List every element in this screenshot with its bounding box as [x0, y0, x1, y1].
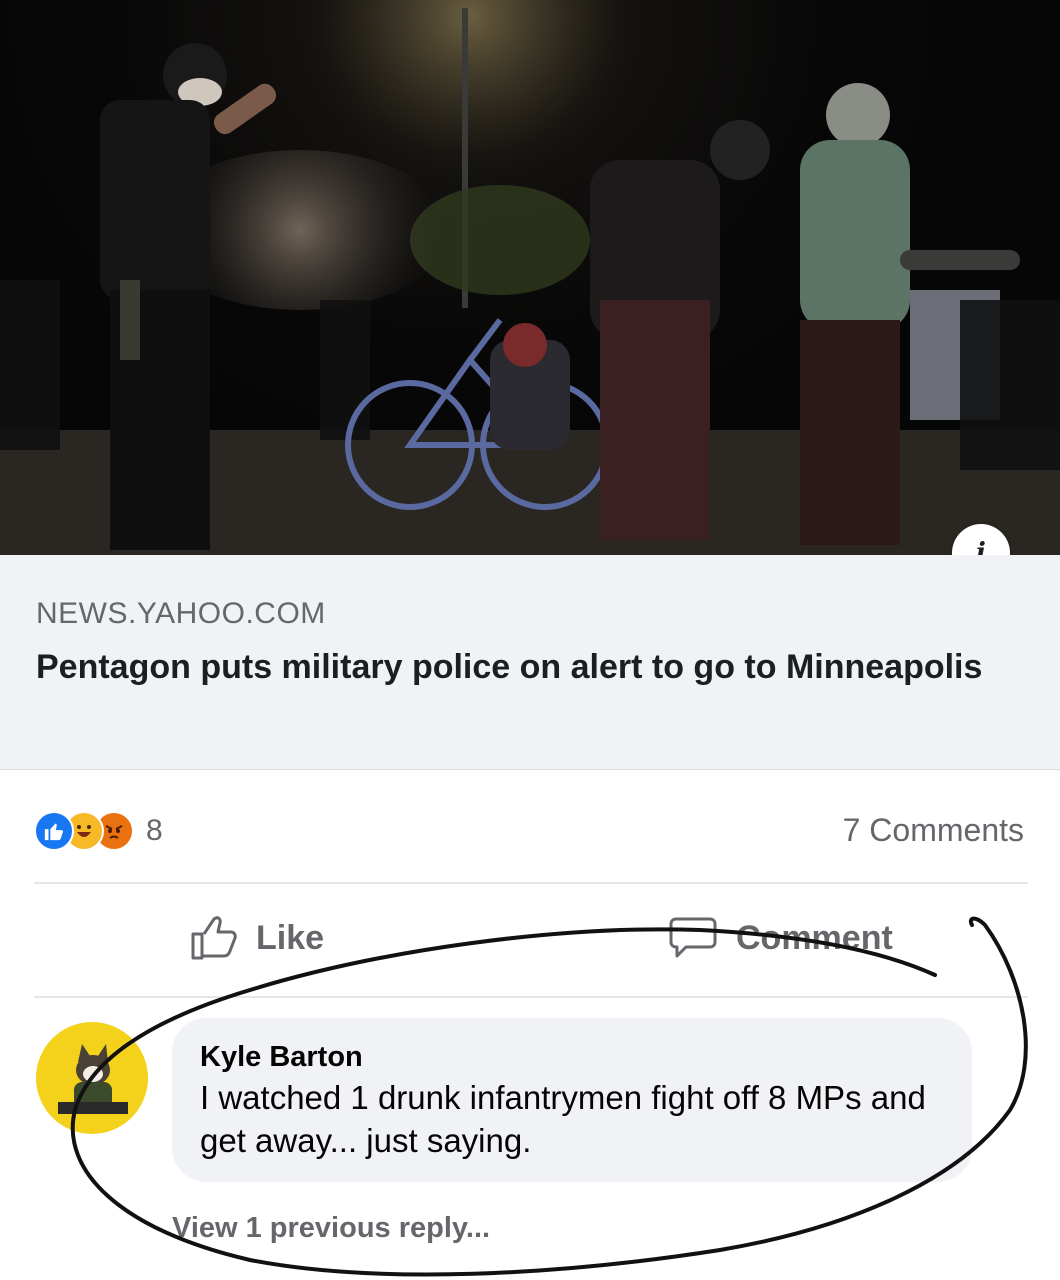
link-preview-photo[interactable]: i: [0, 0, 1060, 555]
link-preview-card[interactable]: NEWS.YAHOO.COM Pentagon puts military po…: [0, 555, 1060, 770]
link-domain: NEWS.YAHOO.COM: [36, 597, 326, 630]
divider: [34, 882, 1028, 884]
link-headline[interactable]: Pentagon puts military police on alert t…: [36, 645, 996, 689]
cat-avatar-icon: [58, 1044, 128, 1114]
comment-label: Comment: [736, 918, 893, 957]
post-actions: Like Comment: [0, 890, 1060, 990]
divider: [34, 996, 1028, 998]
avatar[interactable]: VO CHAN NA: [36, 1022, 148, 1134]
like-label: Like: [256, 918, 325, 957]
view-previous-reply-link[interactable]: View 1 previous reply...: [172, 1212, 490, 1245]
comment-bubble-icon: [669, 917, 717, 958]
comments-count-link[interactable]: 7 Comments: [843, 812, 1024, 849]
like-reaction-icon: [34, 811, 74, 851]
reaction-count: 8: [146, 814, 163, 847]
comment-text: I watched 1 drunk infantrymen fight off …: [200, 1079, 926, 1159]
protest-night-photo: [0, 0, 1060, 555]
comment-bubble[interactable]: Kyle Barton I watched 1 drunk infantryme…: [172, 1018, 972, 1182]
engagement-bar: 8 7 Comments: [0, 790, 1060, 870]
comment-thread: VO CHAN NA Kyle Barton I watched 1 drunk…: [0, 1000, 1060, 1280]
comment-author[interactable]: Kyle Barton: [200, 1038, 944, 1076]
like-button[interactable]: Like: [190, 916, 324, 960]
avatar-badge-text: VO CHAN NA: [63, 1104, 121, 1114]
thumbs-up-icon: [191, 916, 237, 960]
reactions-summary[interactable]: 8: [34, 810, 163, 852]
comment-button[interactable]: Comment: [668, 916, 893, 960]
